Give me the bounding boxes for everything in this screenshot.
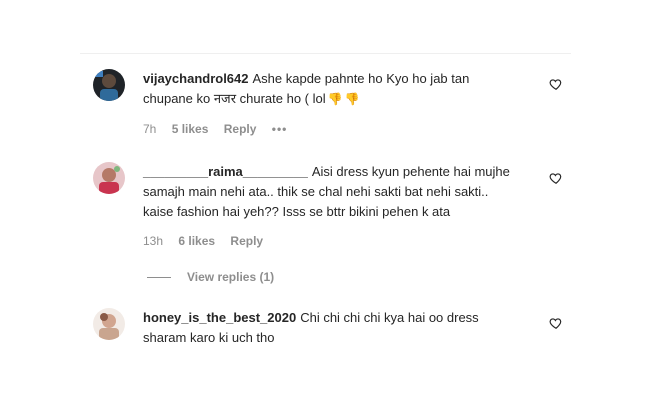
comment-time[interactable]: 7h <box>143 122 156 136</box>
comment-username[interactable]: honey_is_the_best_2020 <box>143 310 296 325</box>
reply-button[interactable]: Reply <box>224 122 257 136</box>
heart-outline-icon[interactable] <box>549 77 563 91</box>
thumbs-down-emoji: 👎 <box>344 92 360 106</box>
heart-outline-icon[interactable] <box>549 316 563 330</box>
view-replies-line <box>147 277 171 279</box>
reply-button[interactable]: Reply <box>230 234 263 248</box>
avatar[interactable] <box>93 162 125 194</box>
comment-meta: 7h 5 likes Reply ••• <box>143 121 299 137</box>
view-replies-button[interactable]: View replies (1) <box>147 269 274 285</box>
comment-text-block: honey_is_the_best_2020 Chi chi chi chi ky… <box>143 308 515 348</box>
avatar[interactable] <box>93 69 125 101</box>
more-options-icon[interactable]: ••• <box>272 122 288 136</box>
thumbs-down-emoji: 👎 <box>327 92 343 106</box>
comment-text-block: _________raima_________ Aisi dress kyun p… <box>143 162 515 222</box>
avatar[interactable] <box>93 308 125 340</box>
heart-outline-icon[interactable] <box>549 171 563 185</box>
comment-likes[interactable]: 6 likes <box>178 234 215 248</box>
comment-likes[interactable]: 5 likes <box>172 122 209 136</box>
view-replies-label: View replies (1) <box>187 270 275 284</box>
comment-username[interactable]: vijaychandrol642 <box>143 71 249 86</box>
comment-username[interactable]: _________raima_________ <box>143 164 308 179</box>
comment-text-block: vijaychandrol642 Ashe kapde pahnte ho Kyo… <box>143 69 515 109</box>
comment-meta: 13h 6 likes Reply <box>143 233 275 249</box>
comment-time[interactable]: 13h <box>143 234 163 248</box>
top-divider <box>80 53 571 54</box>
